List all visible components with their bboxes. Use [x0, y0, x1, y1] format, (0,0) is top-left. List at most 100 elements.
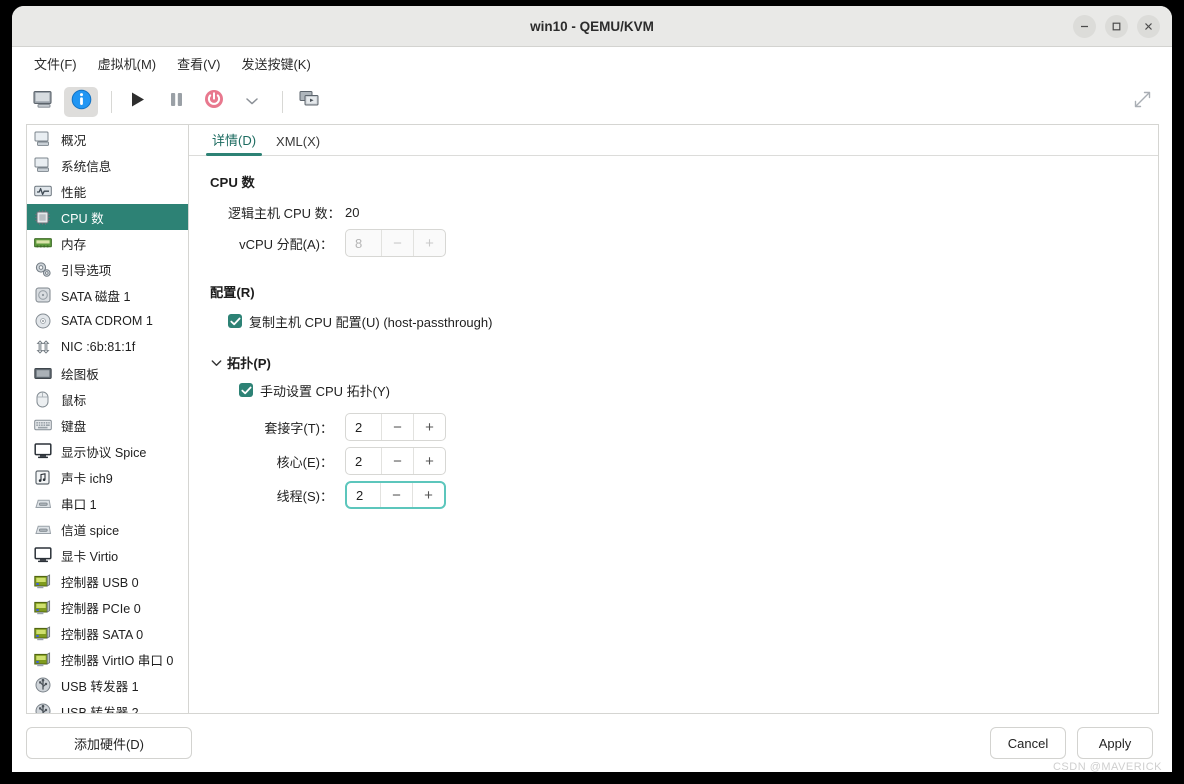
sidebar-item-cpus[interactable]: CPU 数: [27, 204, 188, 230]
menu-view[interactable]: 查看(V): [168, 50, 229, 77]
close-button[interactable]: [1137, 15, 1160, 38]
performance-icon: [33, 183, 52, 200]
sidebar-item-nic[interactable]: NIC :6b:81:1f: [27, 334, 188, 360]
shutdown-button[interactable]: [197, 87, 231, 117]
manual-topology-checkbox[interactable]: [239, 383, 253, 397]
sidebar-item-label: 显卡 Virtio: [61, 549, 119, 564]
sidebar-item-label: 内存: [61, 237, 87, 252]
sidebar-item-label: 绘图板: [61, 367, 99, 382]
sidebar-item-video-virtio[interactable]: 显卡 Virtio: [27, 542, 188, 568]
sidebar-item-usb-redirector-2[interactable]: USB 转发器 2: [27, 698, 188, 713]
sidebar-item-keyboard[interactable]: 键盘: [27, 412, 188, 438]
sidebar-item-tablet[interactable]: 绘图板: [27, 360, 188, 386]
sidebar-item-display-spice[interactable]: 显示协议 Spice: [27, 438, 188, 464]
sidebar-item-sata-cdrom-1[interactable]: SATA CDROM 1: [27, 308, 188, 334]
sidebar-item-label: 串口 1: [61, 497, 97, 512]
sidebar-item-controller-pcie-0[interactable]: 控制器 PCIe 0: [27, 594, 188, 620]
copy-host-cpu-row[interactable]: 复制主机 CPU 配置(U) (host-passthrough): [228, 309, 1138, 333]
sockets-input[interactable]: 2: [346, 414, 381, 440]
pause-icon: [169, 91, 184, 113]
sockets-decrement-button[interactable]: −: [381, 414, 413, 440]
snapshots-button[interactable]: [292, 87, 326, 117]
sidebar-item-label: USB 转发器 1: [61, 679, 139, 694]
controller-icon: [33, 573, 52, 590]
footer-bar: 添加硬件(D) Cancel Apply CSDN @MAVERICK: [12, 714, 1172, 772]
cores-label: 核心(E)：: [276, 454, 333, 470]
cancel-button[interactable]: Cancel: [990, 727, 1066, 759]
threads-decrement-button[interactable]: −: [380, 483, 412, 507]
logical-host-cpus-value: 20: [345, 205, 360, 220]
threads-input[interactable]: 2: [347, 483, 380, 507]
nic-icon: [33, 339, 52, 356]
sidebar-item-label: 控制器 VirtIO 串口 0: [61, 653, 174, 668]
disk-icon: [33, 287, 52, 304]
sockets-spinner[interactable]: 2 − +: [345, 413, 446, 441]
topology-expander[interactable]: 拓扑(P): [210, 353, 1138, 372]
tablet-icon: [33, 365, 52, 382]
sidebar-item-usb-redirector-1[interactable]: USB 转发器 1: [27, 672, 188, 698]
content-area: 概况 系统信息 性能 CPU 数 内存 引导选项 SATA 磁盘 1 SATA …: [12, 124, 1172, 714]
apply-button[interactable]: Apply: [1077, 727, 1153, 759]
window-title: win10 - QEMU/KVM: [530, 19, 654, 34]
maximize-button[interactable]: [1105, 15, 1128, 38]
sidebar-item-label: 概况: [61, 133, 87, 148]
sidebar-item-label: CPU 数: [61, 211, 104, 226]
sidebar-item-controller-usb-0[interactable]: 控制器 USB 0: [27, 568, 188, 594]
shutdown-menu-button[interactable]: [235, 87, 269, 117]
minimize-button[interactable]: [1073, 15, 1096, 38]
display-icon: [33, 443, 52, 460]
sidebar-item-label: 控制器 USB 0: [61, 575, 139, 590]
sidebar-item-sata-disk-1[interactable]: SATA 磁盘 1: [27, 282, 188, 308]
sidebar-item-label: 键盘: [61, 419, 87, 434]
copy-host-cpu-checkbox[interactable]: [228, 314, 242, 328]
sockets-label: 套接字(T)：: [264, 420, 333, 436]
threads-spinner[interactable]: 2 − +: [345, 481, 446, 509]
show-details-button[interactable]: [64, 86, 98, 117]
vcpu-allocation-row: vCPU 分配(A)： 8 − +: [228, 226, 1138, 260]
cdrom-icon: [33, 313, 52, 330]
run-button[interactable]: [121, 87, 155, 117]
sockets-increment-button[interactable]: +: [413, 414, 445, 440]
tab-xml[interactable]: XML(X): [266, 134, 330, 155]
chevron-down-icon[interactable]: [210, 357, 222, 369]
sidebar-item-controller-sata-0[interactable]: 控制器 SATA 0: [27, 620, 188, 646]
sidebar-item-os-information[interactable]: 系统信息: [27, 152, 188, 178]
chevron-down-icon: [245, 93, 259, 111]
cores-increment-button[interactable]: +: [413, 448, 445, 474]
vcpu-allocation-label: vCPU 分配(A)：: [239, 236, 333, 252]
hardware-list[interactable]: 概况 系统信息 性能 CPU 数 内存 引导选项 SATA 磁盘 1 SATA …: [26, 124, 189, 714]
menu-virtual-machine[interactable]: 虚拟机(M): [89, 50, 166, 77]
sidebar-item-channel-spice[interactable]: 信道 spice: [27, 516, 188, 542]
threads-label: 线程(S)：: [276, 488, 333, 504]
add-hardware-button[interactable]: 添加硬件(D): [26, 727, 192, 759]
menu-file[interactable]: 文件(F): [25, 50, 86, 77]
vcpu-allocation-spinner: 8 − +: [345, 229, 446, 257]
sidebar-item-performance[interactable]: 性能: [27, 178, 188, 204]
cores-input[interactable]: 2: [346, 448, 381, 474]
menu-bar: 文件(F) 虚拟机(M) 查看(V) 发送按键(K): [12, 47, 1172, 79]
cores-decrement-button[interactable]: −: [381, 448, 413, 474]
sidebar-item-controller-virtio-serial-0[interactable]: 控制器 VirtIO 串口 0: [27, 646, 188, 672]
logical-host-cpus-label: 逻辑主机 CPU 数：: [228, 206, 341, 221]
menu-send-key[interactable]: 发送按键(K): [232, 50, 319, 77]
sidebar-item-sound-ich9[interactable]: 声卡 ich9: [27, 464, 188, 490]
sidebar-item-boot-options[interactable]: 引导选项: [27, 256, 188, 282]
sidebar-item-label: 控制器 SATA 0: [61, 627, 144, 642]
threads-increment-button[interactable]: +: [412, 483, 444, 507]
tab-details[interactable]: 详情(D): [202, 130, 266, 156]
toolbar-separator-1: [111, 90, 112, 113]
sidebar-item-serial-1[interactable]: 串口 1: [27, 490, 188, 516]
cores-spinner[interactable]: 2 − +: [345, 447, 446, 475]
toolbar-separator-2: [282, 90, 283, 113]
manual-topology-row[interactable]: 手动设置 CPU 拓扑(Y): [239, 378, 1138, 402]
video-icon: [33, 547, 52, 564]
sidebar-item-memory[interactable]: 内存: [27, 230, 188, 256]
sidebar-item-overview[interactable]: 概况: [27, 126, 188, 152]
sidebar-item-mouse[interactable]: 鼠标: [27, 386, 188, 412]
detail-tabs: 详情(D) XML(X): [189, 125, 1158, 156]
sidebar-item-label: NIC :6b:81:1f: [61, 340, 136, 354]
show-console-button[interactable]: [26, 87, 60, 117]
fullscreen-button[interactable]: [1124, 87, 1160, 117]
pause-button[interactable]: [159, 87, 193, 117]
cpu-settings-panel: CPU 数 逻辑主机 CPU 数： 20 vCPU 分配(A)： 8 − + 配…: [189, 156, 1158, 713]
